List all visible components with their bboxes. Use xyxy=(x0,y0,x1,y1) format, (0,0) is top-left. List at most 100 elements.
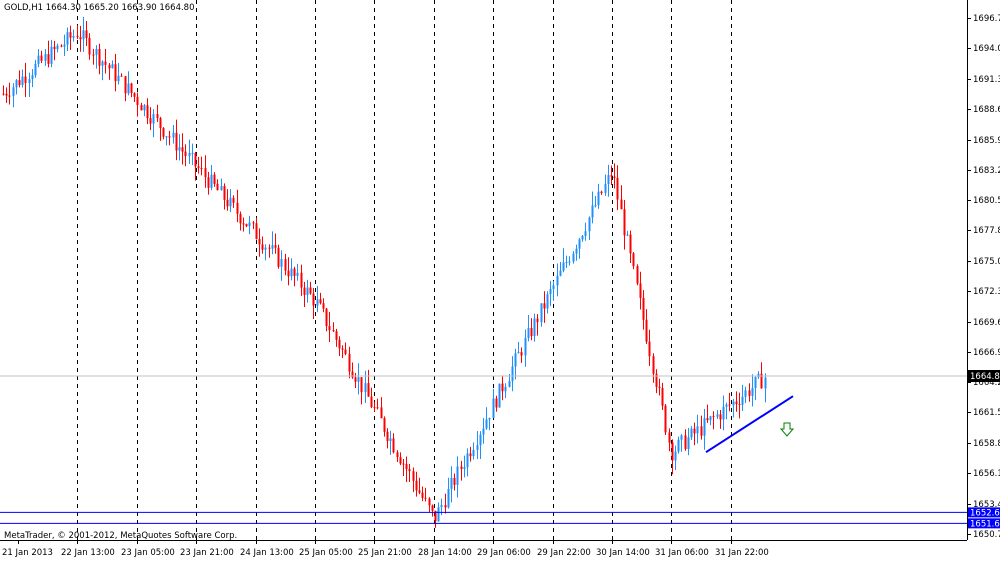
y-tick-label: 1661.55 xyxy=(973,408,1000,418)
price-level-label: 1652.63 xyxy=(970,508,1000,518)
candle-body xyxy=(168,136,171,138)
candle-body xyxy=(626,234,629,236)
candle-body xyxy=(671,442,674,461)
candle-body xyxy=(748,390,751,396)
candle-body xyxy=(501,383,504,392)
candle-body xyxy=(143,105,146,111)
candle-body xyxy=(82,30,85,40)
candle-body xyxy=(53,46,56,50)
candle-body xyxy=(319,299,322,304)
candle-body xyxy=(540,303,543,323)
candle-body xyxy=(104,61,107,65)
candle-body xyxy=(511,366,514,382)
candle-body xyxy=(479,434,482,446)
candle-body xyxy=(18,80,21,86)
candle-body xyxy=(418,490,421,493)
candle-body xyxy=(386,431,389,442)
candle-body xyxy=(5,93,8,96)
candle-body xyxy=(376,407,379,409)
candle-body xyxy=(274,245,277,248)
candle-body xyxy=(684,435,687,450)
candle-body xyxy=(181,147,184,152)
candle-body xyxy=(504,386,507,392)
candle-body xyxy=(216,183,219,191)
candle-body xyxy=(610,175,613,177)
x-tick-label: 25 Jan 21:00 xyxy=(358,548,412,558)
candle-body xyxy=(2,93,5,95)
candle-body xyxy=(338,339,341,349)
candle-body xyxy=(191,152,194,154)
x-tick-label: 23 Jan 21:00 xyxy=(180,548,234,558)
candle-body xyxy=(21,76,24,86)
candle-body xyxy=(332,330,335,332)
candle-body xyxy=(402,463,405,465)
candle-body xyxy=(373,407,376,409)
candle-body xyxy=(268,247,271,249)
candle-body xyxy=(588,217,591,232)
candle-body xyxy=(124,76,127,94)
candle-body xyxy=(146,105,149,119)
candle-body xyxy=(757,373,760,378)
candle-body xyxy=(594,205,597,207)
candle-body xyxy=(444,505,447,508)
copyright-text: MetaTrader, © 2001-2012, MetaQuotes Soft… xyxy=(4,531,238,541)
candle-body xyxy=(424,497,427,499)
candle-body xyxy=(581,236,584,240)
candle-body xyxy=(613,176,616,179)
low-value: 1663.90 xyxy=(121,3,157,13)
price-chart[interactable]: 1696.75 1694.05 1691.35 1688.60 1685.90 1683.… xyxy=(0,0,1000,560)
candle-body xyxy=(92,54,95,56)
chart-canvas[interactable]: 1696.75 1694.05 1691.35 1688.60 1685.90 1683.… xyxy=(0,0,1000,560)
y-tick-label: 1683.20 xyxy=(973,166,1000,176)
y-tick-label: 1691.35 xyxy=(973,75,1000,85)
candle-body xyxy=(325,308,328,327)
candle-body xyxy=(533,318,536,336)
candle-body xyxy=(642,297,645,320)
y-tick-label: 1669.65 xyxy=(973,318,1000,328)
candle-body xyxy=(360,377,363,393)
candle-body xyxy=(575,248,578,254)
candle-body xyxy=(600,191,603,194)
candle-body xyxy=(226,199,229,207)
candle-body xyxy=(56,45,59,50)
candle-body xyxy=(492,398,495,418)
candle-body xyxy=(12,87,15,96)
candle-body xyxy=(450,477,453,489)
candle-body xyxy=(8,95,11,97)
candle-body xyxy=(485,419,488,429)
candle-body xyxy=(28,79,31,84)
candle-body xyxy=(383,418,386,432)
candle-body xyxy=(530,327,533,336)
y-tick-label: 1680.50 xyxy=(973,196,1000,206)
candle-body xyxy=(114,64,117,82)
candle-body xyxy=(399,457,402,464)
candle-body xyxy=(639,283,642,298)
current-price-label: 1664.80 xyxy=(970,372,1000,382)
candle-body xyxy=(47,54,50,64)
candle-body xyxy=(165,136,168,138)
candle-body xyxy=(309,287,312,294)
candle-body xyxy=(197,166,200,168)
candle-body xyxy=(95,48,98,55)
candle-body xyxy=(719,414,722,420)
candle-body xyxy=(258,239,261,245)
candle-body xyxy=(572,253,575,262)
y-tick-label: 1694.05 xyxy=(973,44,1000,54)
candle-body xyxy=(466,453,469,468)
y-tick-label: 1685.90 xyxy=(973,136,1000,146)
candle-body xyxy=(50,46,53,64)
candle-body xyxy=(162,128,165,137)
candle-body xyxy=(159,118,162,129)
x-tick-label: 31 Jan 06:00 xyxy=(655,548,709,558)
candle-body xyxy=(306,287,309,296)
candle-body xyxy=(732,401,735,406)
candle-body xyxy=(380,407,383,419)
candle-body xyxy=(284,258,287,271)
candle-body xyxy=(668,432,671,443)
candle-body xyxy=(127,83,130,94)
candle-body xyxy=(335,331,338,340)
candle-body xyxy=(245,224,248,227)
candle-body xyxy=(664,405,667,433)
open-value: 1664.30 xyxy=(45,3,81,13)
candle-body xyxy=(261,244,264,250)
